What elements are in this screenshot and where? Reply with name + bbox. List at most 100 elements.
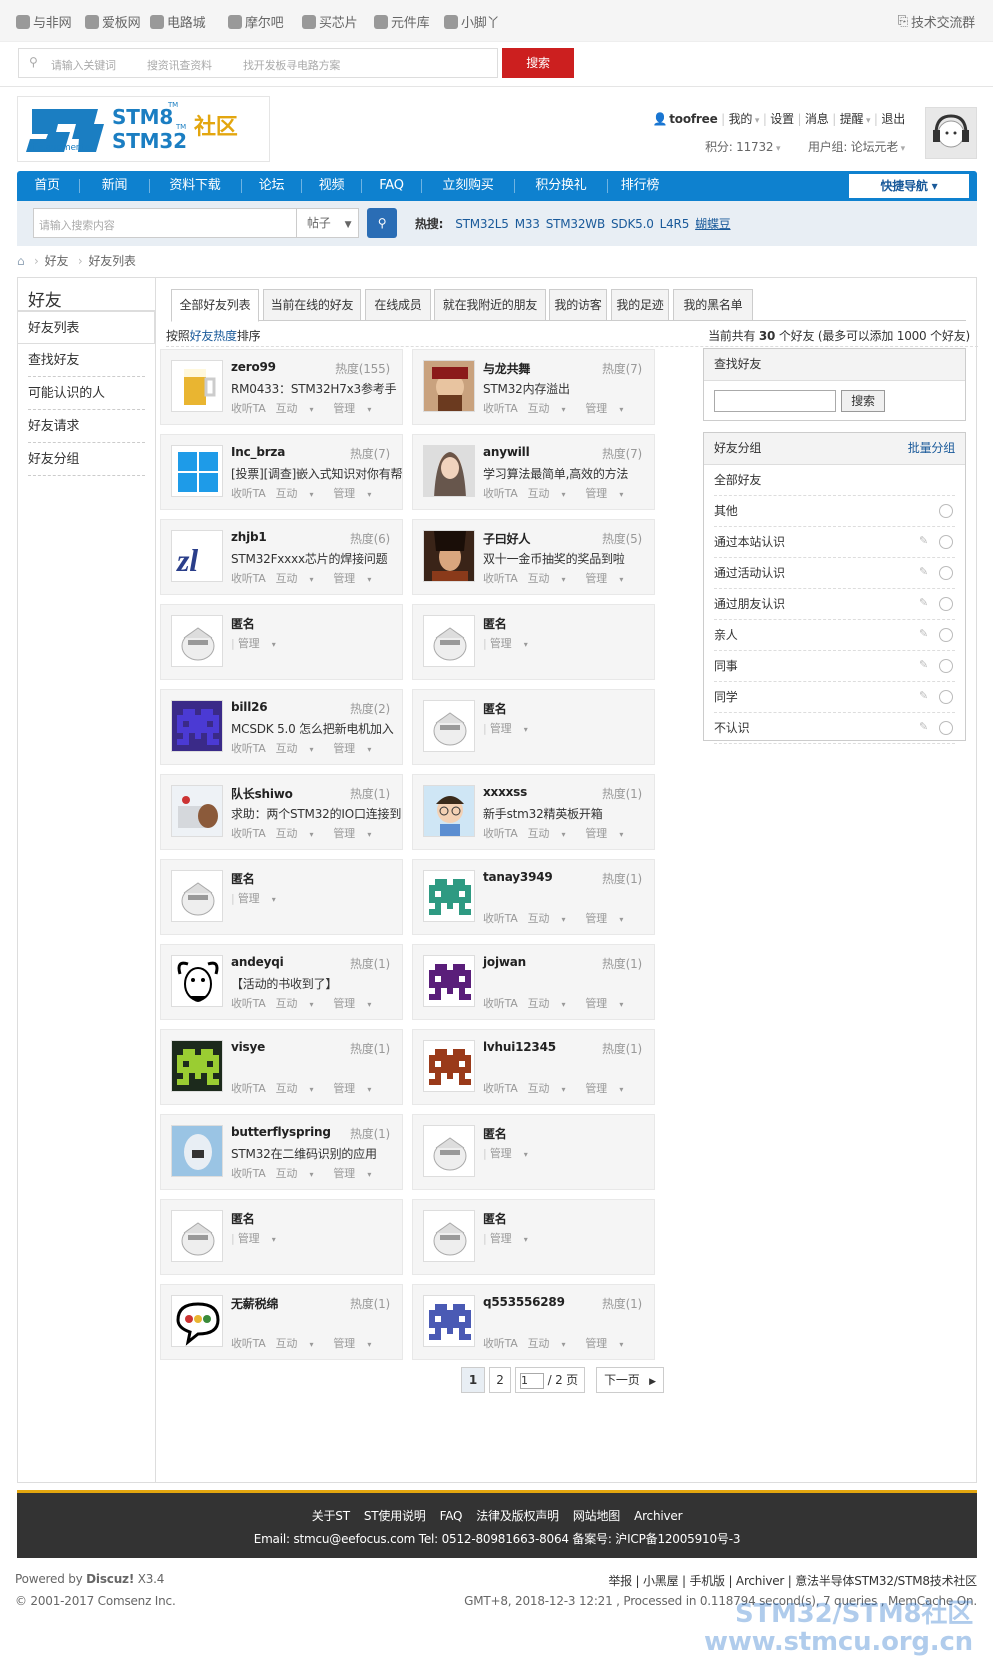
footer-utility-links[interactable]: 举报 | 小黑屋 | 手机版 | Archiver | 意法半导体STM32/S… (608, 1572, 977, 1589)
edit-pencil-icon[interactable]: ✎ (919, 566, 931, 578)
friend-name[interactable]: tanay3949 (483, 870, 553, 884)
edit-pencil-icon[interactable]: ✎ (919, 535, 931, 547)
interact-menu[interactable]: 互动 ▾ (276, 997, 324, 1010)
manage-menu[interactable]: 管理 ▾ (585, 487, 633, 500)
interact-menu[interactable]: 互动 ▾ (528, 487, 576, 500)
friend-status[interactable]: [投票][调查]嵌入式知识对你有帮 (231, 465, 411, 481)
friend-name[interactable]: 匿名 (231, 1210, 255, 1227)
friend-name[interactable]: 匿名 (483, 700, 507, 717)
messages-link[interactable]: 消息 (805, 112, 829, 126)
tech-group-link[interactable]: ⎘ 技术交流群 (898, 12, 975, 31)
listen-button[interactable]: 收听TA (231, 487, 266, 500)
hot-search-item[interactable]: 蝴蝶豆 (695, 217, 731, 231)
friend-avatar[interactable] (423, 1125, 475, 1177)
interact-menu[interactable]: 互动 ▾ (528, 997, 576, 1010)
friend-avatar[interactable] (423, 955, 475, 1007)
friend-status[interactable]: 【活动的书收到了】 (231, 975, 411, 991)
friend-avatar[interactable] (171, 1040, 223, 1092)
tab-1[interactable]: 当前在线的好友 (263, 289, 361, 321)
edit-pencil-icon[interactable]: ✎ (919, 659, 931, 671)
interact-menu[interactable]: 互动 ▾ (528, 1082, 576, 1095)
listen-button[interactable]: 收听TA (231, 1337, 266, 1350)
friend-name[interactable]: 匿名 (231, 615, 255, 632)
friend-name[interactable]: 匿名 (483, 1210, 507, 1227)
listen-button[interactable]: 收听TA (483, 1337, 518, 1350)
manage-menu[interactable]: 管理 ▾ (490, 1232, 538, 1245)
friend-name[interactable]: 队长shiwo (231, 785, 293, 802)
interact-menu[interactable]: 互动 ▾ (276, 1082, 324, 1095)
friend-avatar[interactable] (423, 1295, 475, 1347)
friend-name[interactable]: zero99 (231, 360, 276, 374)
friend-status[interactable]: STM32内存溢出 (483, 380, 663, 396)
ban-icon[interactable] (939, 721, 953, 735)
sidebar-item-find-friend[interactable]: 查找好友 (28, 344, 145, 377)
group-item[interactable]: 通过朋友认识 ✎ (714, 589, 955, 620)
nav-item-3[interactable]: 论坛 (244, 171, 299, 201)
sidebar-item-may-know[interactable]: 可能认识的人 (28, 377, 145, 410)
friend-status[interactable]: STM32在二维码识别的应用 (231, 1145, 411, 1161)
listen-button[interactable]: 收听TA (231, 402, 266, 415)
nav-item-0[interactable]: 首页 (17, 171, 77, 201)
hot-search-item[interactable]: STM32WB (546, 217, 605, 231)
listen-button[interactable]: 收听TA (231, 572, 266, 585)
my-menu[interactable]: 我的 (729, 112, 753, 126)
friend-avatar[interactable] (423, 1040, 475, 1092)
page-2-button[interactable]: 2 (489, 1367, 511, 1393)
friend-name[interactable]: 子曰好人 (483, 530, 530, 547)
friend-avatar[interactable] (171, 360, 223, 412)
friend-avatar[interactable] (423, 445, 475, 497)
manage-menu[interactable]: 管理 ▾ (585, 572, 633, 585)
friend-avatar[interactable] (171, 870, 223, 922)
listen-button[interactable]: 收听TA (483, 487, 518, 500)
nav-item-6[interactable]: 立刻购买 (424, 171, 512, 201)
tab-3[interactable]: 就在我附近的朋友 (434, 289, 546, 321)
listen-button[interactable]: 收听TA (483, 572, 518, 585)
interact-menu[interactable]: 互动 ▾ (528, 572, 576, 585)
friend-avatar[interactable] (423, 615, 475, 667)
friend-avatar[interactable] (423, 360, 475, 412)
friend-name[interactable]: 匿名 (483, 615, 507, 632)
manage-menu[interactable]: 管理 ▾ (333, 1337, 381, 1350)
interact-menu[interactable]: 互动 ▾ (276, 487, 324, 500)
ban-icon[interactable] (939, 597, 953, 611)
sidebar-item-groups[interactable]: 好友分组 (28, 443, 145, 476)
group-item[interactable]: 全部好友 (714, 465, 955, 496)
interact-menu[interactable]: 互动 ▾ (528, 827, 576, 840)
discuz-link[interactable]: Discuz! (86, 1572, 134, 1586)
group-item[interactable]: 通过本站认识 ✎ (714, 527, 955, 558)
page-1-button[interactable]: 1 (461, 1367, 485, 1393)
footer-link[interactable]: 关于ST (312, 1509, 350, 1523)
nav-item-8[interactable]: 排行榜 (610, 171, 670, 201)
group-item[interactable]: 亲人 ✎ (714, 620, 955, 651)
friend-avatar[interactable]: zl (171, 530, 223, 582)
friend-avatar[interactable] (423, 870, 475, 922)
ban-icon[interactable] (939, 628, 953, 642)
manage-menu[interactable]: 管理 ▾ (585, 912, 633, 925)
interact-menu[interactable]: 互动 ▾ (528, 912, 576, 925)
hot-search-item[interactable]: M33 (515, 217, 540, 231)
friend-name[interactable]: 匿名 (231, 870, 255, 887)
friend-avatar[interactable] (171, 785, 223, 837)
friend-name[interactable]: anywill (483, 445, 530, 459)
friend-avatar[interactable] (171, 700, 223, 752)
ban-icon[interactable] (939, 535, 953, 549)
friend-avatar[interactable] (171, 955, 223, 1007)
tab-5[interactable]: 我的足迹 (611, 289, 669, 321)
manage-menu[interactable]: 管理 ▾ (490, 722, 538, 735)
search-tab-board[interactable]: 找开发板寻电路方案 (243, 57, 340, 73)
tab-0[interactable]: 全部好友列表 (171, 289, 259, 322)
group-item[interactable]: 不认识 ✎ (714, 713, 955, 744)
friend-name[interactable]: 无薪税绵 (231, 1295, 278, 1312)
tab-6[interactable]: 我的黑名单 (673, 289, 753, 321)
edit-pencil-icon[interactable]: ✎ (919, 721, 931, 733)
listen-button[interactable]: 收听TA (231, 827, 266, 840)
nav-item-7[interactable]: 积分换礼 (517, 171, 605, 201)
site-link-6[interactable]: 小脚丫 (444, 12, 500, 31)
listen-button[interactable]: 收听TA (483, 912, 518, 925)
listen-button[interactable]: 收听TA (231, 742, 266, 755)
search-go-button[interactable]: ⚲ (367, 208, 397, 238)
friend-avatar[interactable] (171, 1125, 223, 1177)
home-icon[interactable]: ⌂ (17, 254, 25, 268)
find-friend-button[interactable]: 搜索 (841, 390, 885, 412)
quick-nav-button[interactable]: 快捷导航 ▾ (849, 174, 969, 198)
